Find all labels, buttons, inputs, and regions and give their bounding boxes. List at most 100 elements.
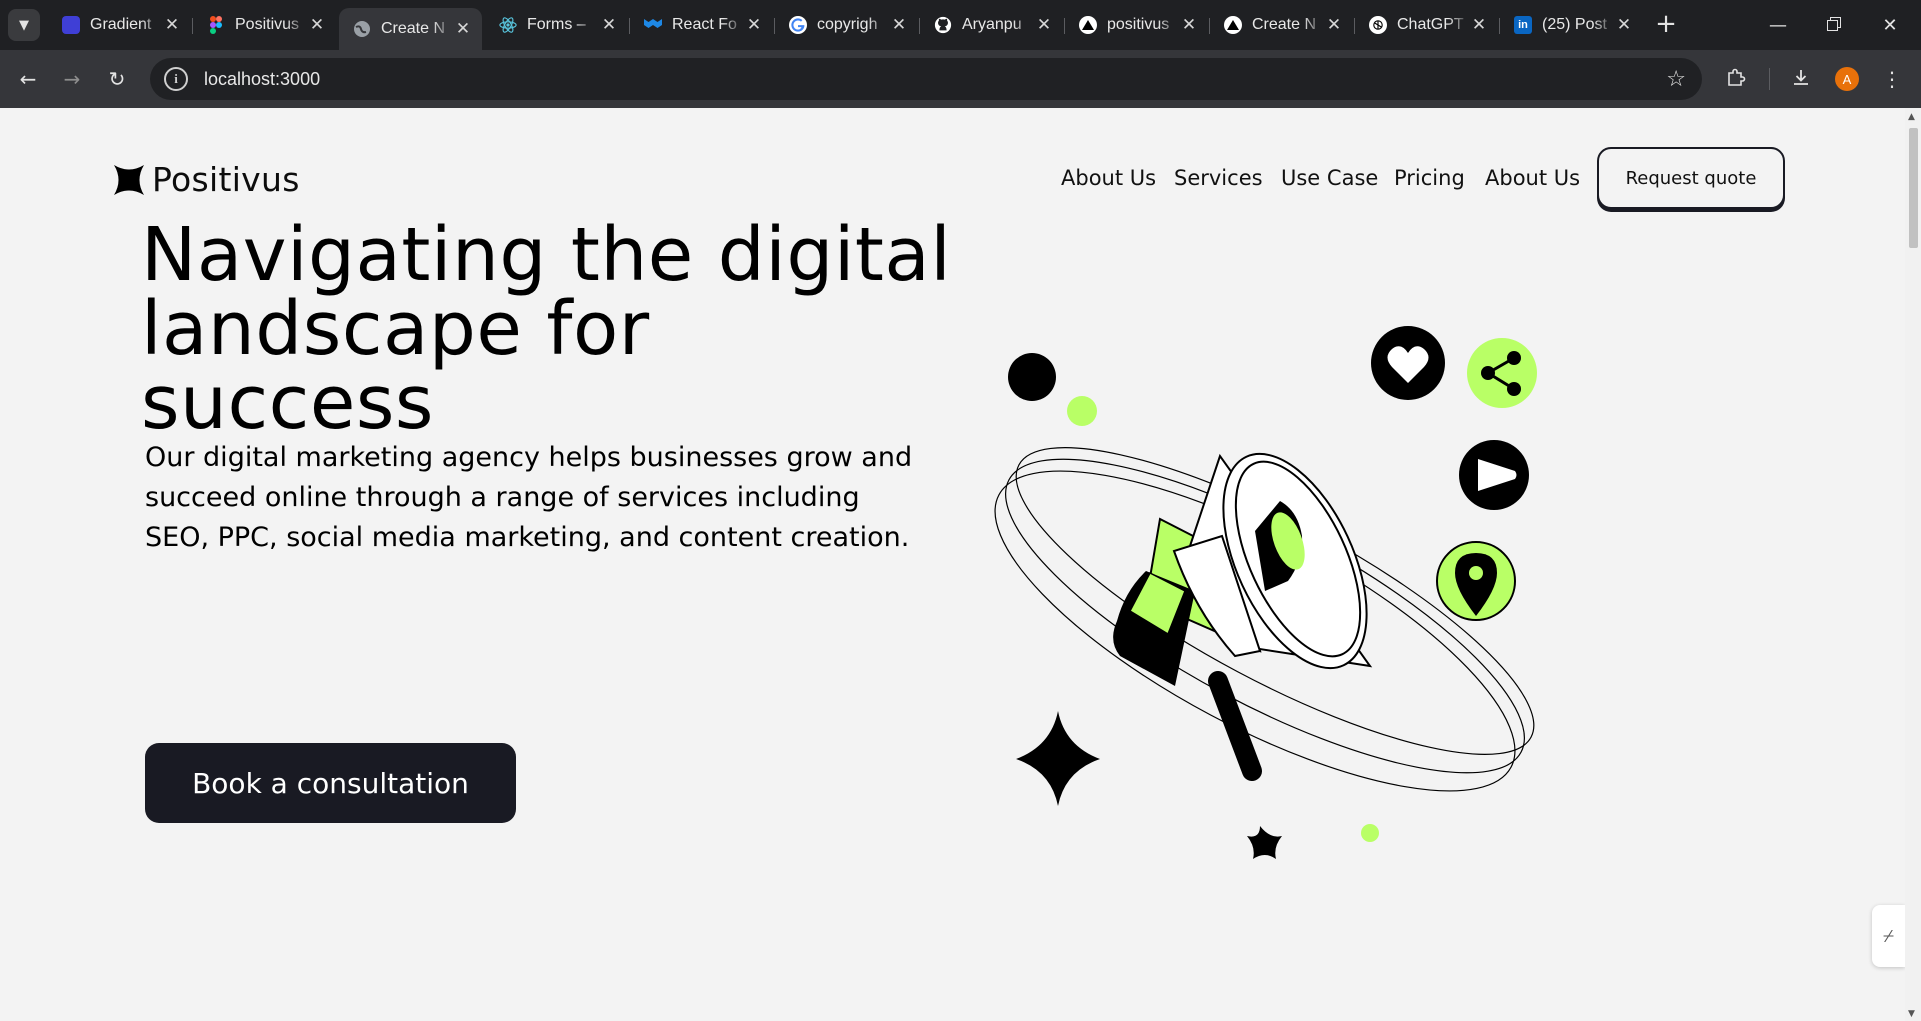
black-dot: [1008, 353, 1056, 401]
web-page: Positivus About Us Services Use Case Pri…: [0, 108, 1905, 1021]
close-icon[interactable]: ✕: [1035, 15, 1053, 35]
tab-strip: ▼ Gradient ✕ Positivus ✕ Create N ✕ Form…: [0, 0, 1921, 50]
back-button[interactable]: ←: [12, 63, 44, 95]
browser-tab[interactable]: ChatGPT ✕: [1355, 8, 1498, 42]
profile-avatar[interactable]: A: [1835, 67, 1859, 91]
heart-icon: [1371, 326, 1445, 400]
close-icon[interactable]: ✕: [308, 15, 326, 35]
puzzle-icon: [1726, 67, 1746, 92]
tab-title: positivus: [1107, 16, 1170, 33]
scroll-down-icon[interactable]: ▼: [1908, 1009, 1915, 1019]
browser-tab[interactable]: Aryanpu ✕: [920, 8, 1063, 42]
google-icon: [789, 16, 807, 34]
url-text[interactable]: localhost:3000: [204, 69, 320, 90]
close-icon[interactable]: ✕: [1470, 15, 1488, 35]
browser-tab[interactable]: in (25) Post ✕: [1500, 8, 1643, 42]
location-pin-icon: [1436, 541, 1516, 621]
megaphone-illustration: [994, 326, 1537, 859]
close-icon[interactable]: ✕: [1325, 15, 1343, 35]
tab-title: Forms –: [527, 16, 586, 33]
hero-subtitle: Our digital marketing agency helps busin…: [145, 442, 913, 553]
share-icon: [1467, 338, 1537, 408]
globe-icon: [353, 20, 371, 38]
close-icon[interactable]: ✕: [454, 19, 472, 39]
browser-menu-button[interactable]: ⋮: [1876, 63, 1908, 95]
close-window-button[interactable]: ✕: [1862, 0, 1918, 50]
close-icon[interactable]: ✕: [745, 15, 763, 35]
forward-button[interactable]: →: [56, 63, 88, 95]
close-icon[interactable]: ✕: [163, 15, 181, 35]
new-tab-button[interactable]: +: [1650, 9, 1682, 41]
browser-tab-active[interactable]: Create N ✕: [339, 8, 482, 50]
browser-tab[interactable]: positivus ✕: [1065, 8, 1208, 42]
extensions-button[interactable]: [1720, 63, 1752, 95]
close-icon[interactable]: ✕: [890, 15, 908, 35]
tab-title: Gradient: [90, 16, 152, 33]
vercel-icon: [1224, 16, 1242, 34]
arrow-left-icon: ←: [19, 67, 37, 91]
close-icon[interactable]: ✕: [600, 15, 618, 35]
scrollbar-thumb[interactable]: [1909, 128, 1918, 248]
browser-toolbar: ← → ↻ i localhost:3000 ☆ A ⋮: [0, 50, 1921, 108]
nav-services[interactable]: Services: [1174, 166, 1263, 190]
linkedin-icon: in: [1514, 16, 1532, 34]
sparkle-icon: [1247, 826, 1282, 859]
play-icon: [1459, 440, 1529, 510]
tab-title: Positivus: [235, 16, 300, 33]
megaphone-icon: [1113, 452, 1373, 781]
browser-tab[interactable]: copyrigh ✕: [775, 8, 918, 42]
restore-icon: [1827, 15, 1841, 36]
reload-icon: ↻: [108, 67, 126, 91]
book-consultation-button[interactable]: Book a consultation: [145, 743, 516, 823]
tab-title: React Fo: [672, 16, 737, 33]
positivus-logo-icon: [114, 164, 144, 195]
restore-button[interactable]: [1806, 0, 1862, 50]
react-icon: [499, 16, 517, 34]
request-quote-button[interactable]: Request quote: [1597, 147, 1785, 209]
download-icon: [1792, 67, 1810, 91]
tab-search-button[interactable]: ▼: [8, 9, 40, 41]
nav-about-us[interactable]: About Us: [1061, 166, 1156, 190]
logo-wordmark: Positivus: [152, 160, 300, 199]
tab-title: Create N: [1252, 16, 1317, 33]
close-icon[interactable]: ✕: [1180, 15, 1198, 35]
page-scrollbar[interactable]: ▲ ▼: [1905, 108, 1921, 1021]
minimize-icon: —: [1769, 14, 1787, 36]
bookmark-star-icon[interactable]: ☆: [1666, 67, 1686, 92]
close-icon[interactable]: ✕: [1615, 15, 1633, 35]
vercel-icon: [1079, 16, 1097, 34]
browser-tab[interactable]: Create N ✕: [1210, 8, 1353, 42]
green-dot: [1067, 396, 1097, 426]
close-icon: ✕: [1882, 14, 1898, 36]
chatgpt-icon: [1369, 16, 1387, 34]
green-dot: [1361, 824, 1379, 842]
plus-icon: +: [1655, 9, 1677, 39]
browser-tab[interactable]: Positivus ✕: [193, 8, 336, 42]
gradient-icon: [62, 16, 80, 34]
site-logo[interactable]: Positivus: [114, 160, 300, 199]
browser-tab[interactable]: React Fo ✕: [630, 8, 773, 42]
github-icon: [934, 16, 952, 34]
browser-tab[interactable]: Gradient ✕: [48, 8, 191, 42]
downloads-button[interactable]: [1785, 63, 1817, 95]
arrow-right-icon: →: [63, 67, 81, 91]
browser-tab[interactable]: Forms – ✕: [485, 8, 628, 42]
figma-icon: [207, 16, 225, 34]
site-info-icon[interactable]: i: [164, 67, 188, 91]
minimize-button[interactable]: —: [1750, 0, 1806, 50]
nav-about-us-2[interactable]: About Us: [1485, 166, 1580, 190]
toolbar-divider: [1769, 68, 1770, 90]
nav-pricing[interactable]: Pricing: [1394, 166, 1465, 190]
side-panel-handle[interactable]: ⌿: [1872, 905, 1905, 967]
tab-title: (25) Post: [1542, 16, 1607, 33]
tab-title: ChatGPT: [1397, 16, 1464, 33]
tab-title: Create N: [381, 20, 446, 37]
hero-title: Navigating the digital landscape for suc…: [141, 212, 952, 446]
address-bar[interactable]: i localhost:3000 ☆: [150, 58, 1702, 100]
reload-button[interactable]: ↻: [101, 63, 133, 95]
nav-use-case[interactable]: Use Case: [1281, 166, 1378, 190]
more-vertical-icon: ⋮: [1882, 67, 1902, 91]
scroll-up-icon[interactable]: ▲: [1908, 112, 1915, 122]
mui-icon: [644, 16, 662, 34]
chevron-down-icon: ▼: [19, 17, 29, 33]
